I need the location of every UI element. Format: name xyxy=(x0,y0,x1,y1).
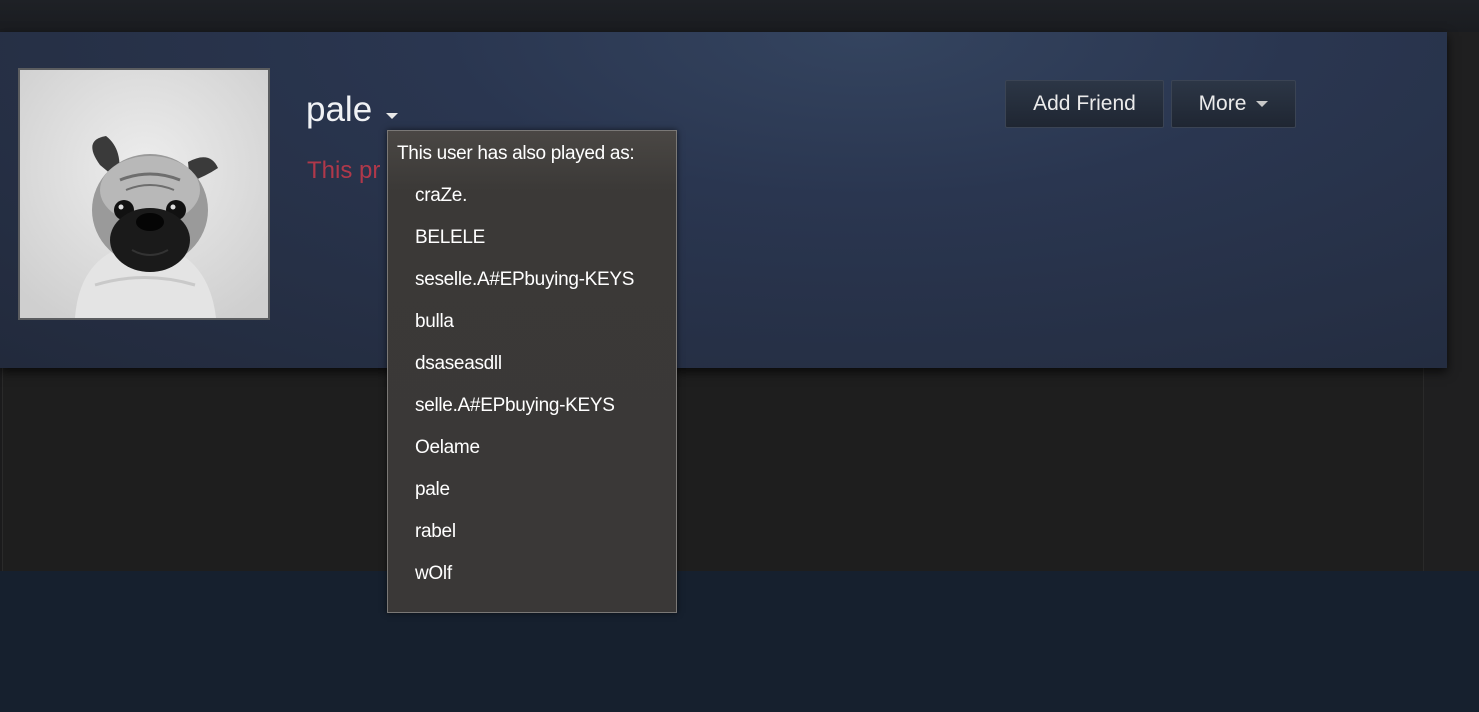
add-friend-button[interactable]: Add Friend xyxy=(1005,80,1164,128)
alias-item: selle.A#EPbuying-KEYS xyxy=(415,395,615,416)
private-profile-text: This pr xyxy=(307,157,381,184)
alias-item: seselle.A#EPbuying-KEYS xyxy=(415,269,635,290)
alias-dropdown-title: This user has also played as: xyxy=(397,143,635,164)
alias-item: Oelame xyxy=(415,437,480,458)
footer-background xyxy=(0,571,1479,712)
avatar[interactable] xyxy=(18,68,270,320)
more-button[interactable]: More xyxy=(1171,80,1296,128)
caret-down-icon[interactable] xyxy=(386,113,398,119)
alias-item: pale xyxy=(415,479,450,500)
alias-item: bulla xyxy=(415,311,454,332)
alias-item: craZe. xyxy=(415,185,468,206)
pug-avatar-image xyxy=(20,70,268,318)
profile-content-panel xyxy=(2,368,1424,571)
add-friend-label: Add Friend xyxy=(1033,92,1136,115)
persona-name[interactable]: pale xyxy=(306,90,372,130)
alias-item: wOlf xyxy=(415,563,452,584)
more-label: More xyxy=(1198,92,1247,115)
alias-item: dsaseasdll xyxy=(415,353,502,374)
caret-down-icon xyxy=(1256,101,1269,107)
alias-history-dropdown: This user has also played as: craZe. BEL… xyxy=(387,130,677,613)
alias-item: BELELE xyxy=(415,227,486,248)
top-bar xyxy=(0,0,1479,32)
alias-item: rabel xyxy=(415,521,456,542)
